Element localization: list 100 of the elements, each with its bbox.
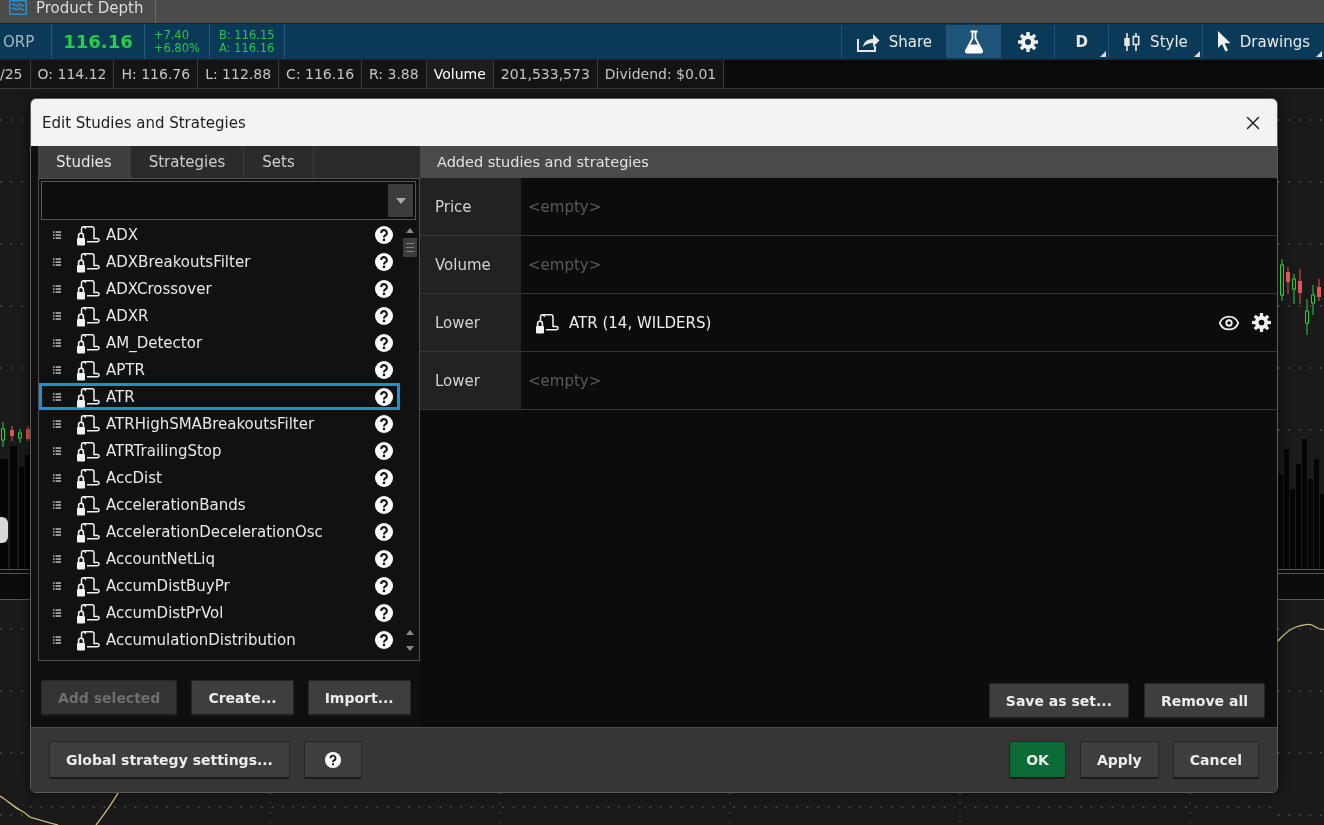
locked-script-icon	[76, 493, 100, 516]
study-list-item[interactable]: ATR	[39, 383, 400, 410]
study-list-item[interactable]: ADXR	[39, 302, 400, 329]
help-icon[interactable]	[375, 306, 393, 325]
study-list-item[interactable]: AccumulationDistribution	[39, 626, 400, 653]
help-icon[interactable]	[375, 630, 393, 649]
dialog-button[interactable]: OK	[1009, 741, 1066, 779]
section-label: Volume	[420, 236, 521, 293]
empty-placeholder: <empty>	[528, 371, 602, 390]
dialog-button[interactable]: Cancel	[1172, 741, 1259, 779]
corner-triangle-icon	[1193, 51, 1200, 57]
dropdown-button[interactable]	[388, 184, 413, 217]
help-icon[interactable]	[324, 751, 341, 768]
search-field[interactable]	[41, 181, 416, 220]
help-button[interactable]	[303, 741, 362, 779]
study-list-item[interactable]: ATRHighSMABreakoutsFilter	[39, 410, 400, 437]
study-list-item[interactable]: APTR	[39, 356, 400, 383]
info-cell: H: 116.76	[114, 60, 199, 88]
help-icon[interactable]	[375, 333, 393, 352]
help-icon[interactable]	[375, 549, 393, 568]
help-icon[interactable]	[375, 495, 393, 514]
list-icon	[53, 392, 61, 401]
dialog-button[interactable]: Save as set...	[988, 683, 1129, 719]
section-label: Lower	[420, 294, 521, 351]
help-icon[interactable]	[375, 576, 393, 595]
locked-script-icon	[535, 311, 559, 334]
percent-change: +6.80%	[153, 41, 200, 55]
help-icon[interactable]	[375, 414, 393, 433]
help-icon[interactable]	[375, 603, 393, 622]
locked-script-icon	[76, 331, 100, 354]
cursor-icon	[1216, 31, 1231, 52]
locked-script-icon	[76, 412, 100, 435]
dialog-button[interactable]: Create...	[191, 680, 294, 716]
locked-script-icon	[76, 358, 100, 381]
dialog-tab[interactable]: Studies	[38, 146, 131, 178]
help-icon[interactable]	[375, 360, 393, 379]
study-list-item[interactable]: AccountNetLiq	[39, 545, 400, 572]
list-icon	[53, 527, 61, 536]
drawings-button[interactable]: Drawings	[1201, 25, 1324, 58]
study-list-item[interactable]: ADXBreakoutsFilter	[39, 248, 400, 275]
help-icon[interactable]	[375, 279, 393, 298]
gear-icon	[1017, 31, 1038, 52]
dialog-title: Edit Studies and Strategies	[42, 113, 246, 132]
list-icon	[53, 338, 61, 347]
study-name[interactable]: ATR (14, WILDERS)	[569, 313, 712, 332]
dialog-button[interactable]: Apply	[1079, 741, 1159, 779]
section-label: Lower	[420, 352, 521, 409]
study-list-item[interactable]: ATRTrailingStop	[39, 437, 400, 464]
info-cell: /25	[0, 60, 31, 88]
list-icon	[53, 230, 61, 239]
candlestick-icon	[1123, 31, 1142, 52]
info-cell: C: 116.16	[279, 60, 363, 88]
list-icon	[53, 500, 61, 509]
help-icon[interactable]	[375, 522, 393, 541]
bid-price: B: 116.15	[218, 28, 275, 42]
corner-triangle-icon	[1316, 51, 1322, 57]
list-icon	[53, 365, 61, 374]
section-label: Price	[420, 178, 521, 235]
locked-script-icon	[76, 601, 100, 624]
study-list-item[interactable]: AM_Detector	[39, 329, 400, 356]
help-icon[interactable]	[375, 387, 393, 406]
list-icon	[53, 257, 61, 266]
timeframe-button[interactable]: D	[1054, 25, 1109, 58]
locked-script-icon	[76, 547, 100, 570]
panel-header: Added studies and strategies	[420, 146, 1277, 178]
info-cell: L: 112.88	[198, 60, 280, 88]
help-icon[interactable]	[375, 441, 393, 460]
dialog-button[interactable]: Import...	[307, 680, 411, 716]
help-icon[interactable]	[375, 225, 393, 244]
dialog-button[interactable]: Remove all	[1143, 683, 1265, 719]
list-icon	[53, 284, 61, 293]
flask-button[interactable]	[946, 25, 1001, 58]
share-icon	[855, 31, 880, 52]
locked-script-icon	[76, 439, 100, 462]
gear-icon[interactable]	[1252, 313, 1271, 332]
wave-icon	[9, 0, 27, 15]
study-list-item[interactable]: AccelerationBands	[39, 491, 400, 518]
study-list-item[interactable]: ADX	[39, 221, 400, 248]
dialog-button[interactable]: Global strategy settings...	[49, 741, 290, 779]
caret-icon	[395, 197, 406, 204]
corner-triangle-icon	[1100, 51, 1107, 57]
locked-script-icon	[76, 277, 100, 300]
study-list-item[interactable]: ADXCrossover	[39, 275, 400, 302]
info-cell: Dividend: $0.01	[597, 60, 725, 88]
help-icon[interactable]	[375, 252, 393, 271]
ask-price: A: 116.16	[218, 41, 275, 55]
locked-script-icon	[76, 304, 100, 327]
study-list-item[interactable]: AccDist	[39, 464, 400, 491]
study-list-item[interactable]: AccumDistPrVol	[39, 599, 400, 626]
list-icon	[53, 554, 61, 563]
list-icon	[53, 419, 61, 428]
style-button[interactable]: Style	[1108, 25, 1202, 58]
study-list-item[interactable]: AccelerationDecelerationOsc	[39, 518, 400, 545]
help-icon[interactable]	[375, 468, 393, 487]
locked-script-icon	[76, 574, 100, 597]
study-list-item[interactable]: AccumDistBuyPr	[39, 572, 400, 599]
list-icon	[53, 311, 61, 320]
empty-placeholder: <empty>	[528, 255, 602, 274]
empty-placeholder: <empty>	[528, 197, 602, 216]
locked-script-icon	[76, 223, 100, 246]
